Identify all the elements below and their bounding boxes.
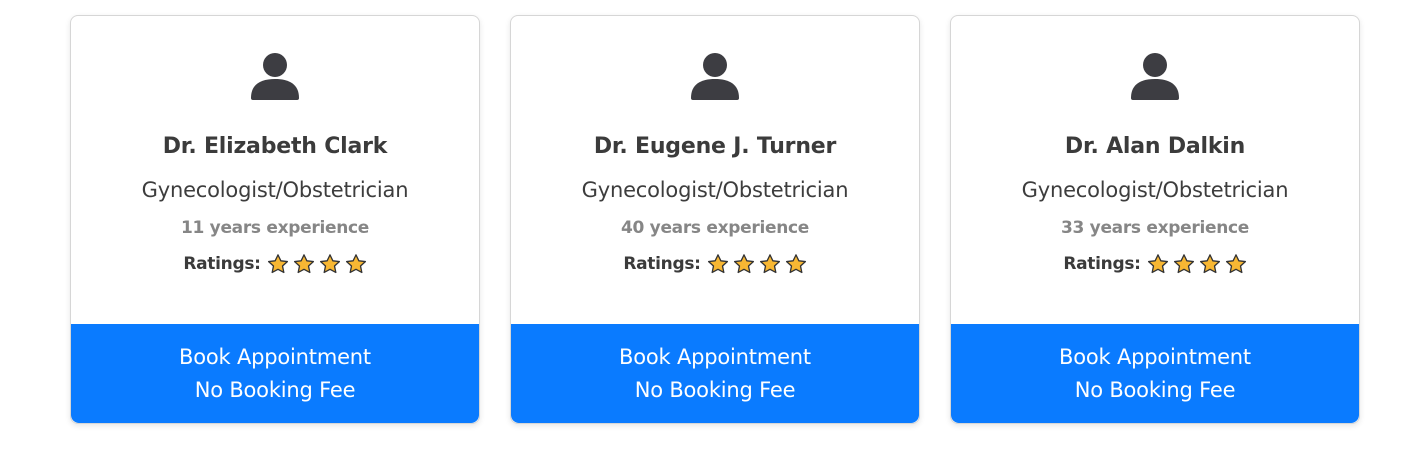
book-appointment-label: Book Appointment bbox=[619, 344, 811, 369]
doctor-specialty: Gynecologist/Obstetrician bbox=[581, 178, 849, 202]
user-icon bbox=[691, 52, 739, 100]
star-icon bbox=[785, 253, 807, 275]
rating-stars bbox=[707, 253, 807, 275]
book-appointment-button[interactable]: Book Appointment No Booking Fee bbox=[511, 324, 919, 423]
booking-fee-label: No Booking Fee bbox=[194, 377, 356, 402]
booking-fee-label: No Booking Fee bbox=[634, 377, 796, 402]
rating-stars bbox=[267, 253, 367, 275]
doctor-card: Dr. Elizabeth Clark Gynecologist/Obstetr… bbox=[70, 15, 480, 424]
doctor-ratings: Ratings: bbox=[71, 253, 479, 275]
doctor-ratings: Ratings: bbox=[511, 253, 919, 275]
rating-stars bbox=[1147, 253, 1247, 275]
doctor-name: Dr. Alan Dalkin bbox=[1064, 134, 1246, 159]
doctor-specialty: Gynecologist/Obstetrician bbox=[1021, 178, 1289, 202]
doctor-experience: 33 years experience bbox=[1060, 218, 1250, 238]
ratings-label: Ratings: bbox=[183, 254, 261, 274]
star-icon bbox=[1173, 253, 1195, 275]
star-icon bbox=[759, 253, 781, 275]
doctor-card: Dr. Alan Dalkin Gynecologist/Obstetricia… bbox=[950, 15, 1360, 424]
book-appointment-button[interactable]: Book Appointment No Booking Fee bbox=[951, 324, 1359, 423]
doctor-specialty: Gynecologist/Obstetrician bbox=[141, 178, 409, 202]
doctor-ratings: Ratings: bbox=[951, 253, 1359, 275]
star-icon bbox=[345, 253, 367, 275]
doctor-name: Dr. Eugene J. Turner bbox=[593, 134, 837, 159]
doctor-cards: Dr. Elizabeth Clark Gynecologist/Obstetr… bbox=[0, 0, 1425, 458]
star-icon bbox=[293, 253, 315, 275]
doctor-card: Dr. Eugene J. Turner Gynecologist/Obstet… bbox=[510, 15, 920, 424]
book-appointment-label: Book Appointment bbox=[179, 344, 371, 369]
doctor-experience: 40 years experience bbox=[620, 218, 810, 238]
doctor-experience: 11 years experience bbox=[180, 218, 370, 238]
star-icon bbox=[1199, 253, 1221, 275]
user-icon bbox=[251, 52, 299, 100]
book-appointment-button[interactable]: Book Appointment No Booking Fee bbox=[71, 324, 479, 423]
star-icon bbox=[733, 253, 755, 275]
book-appointment-label: Book Appointment bbox=[1059, 344, 1251, 369]
star-icon bbox=[1147, 253, 1169, 275]
user-icon bbox=[1131, 52, 1179, 100]
star-icon bbox=[707, 253, 729, 275]
ratings-label: Ratings: bbox=[623, 254, 701, 274]
star-icon bbox=[267, 253, 289, 275]
booking-fee-label: No Booking Fee bbox=[1074, 377, 1236, 402]
star-icon bbox=[319, 253, 341, 275]
ratings-label: Ratings: bbox=[1063, 254, 1141, 274]
doctor-name: Dr. Elizabeth Clark bbox=[162, 134, 388, 159]
star-icon bbox=[1225, 253, 1247, 275]
